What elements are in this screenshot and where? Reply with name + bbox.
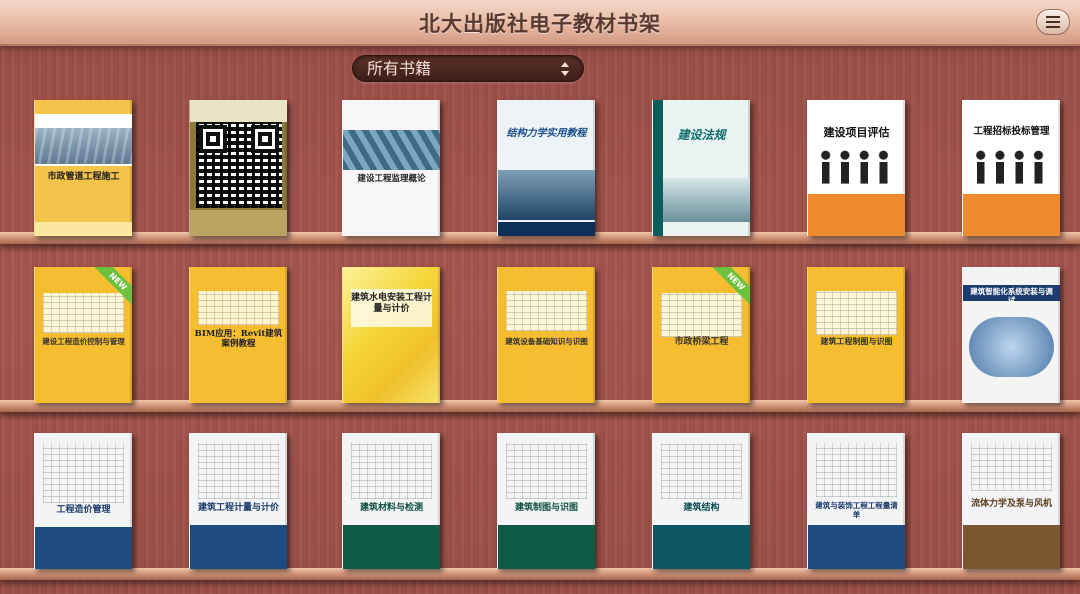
- book-title: 工程造价管理: [56, 505, 111, 515]
- book-title: 建设工程监理概论: [357, 174, 426, 184]
- book-title: 建筑水电安装工程计量与计价: [350, 293, 432, 314]
- menu-button[interactable]: [1036, 9, 1070, 35]
- book-cover[interactable]: 建筑工程制图与识图: [807, 267, 905, 403]
- book-cover[interactable]: 建筑与装饰工程工程量清单: [807, 433, 905, 569]
- book-cover[interactable]: 工程造价管理: [34, 433, 132, 569]
- select-arrows-icon: [561, 62, 569, 76]
- book-title: 建筑设备基础知识与识图: [505, 337, 588, 346]
- people-illustration: [973, 148, 1050, 184]
- book-title: 工程招标投标管理: [973, 126, 1050, 137]
- app-title: 北大出版社电子教材书架: [419, 12, 661, 36]
- book-title: 建筑智能化系统安装与调试: [970, 287, 1053, 305]
- book-cover[interactable]: NEW 市政桥梁工程: [652, 267, 750, 403]
- book-cover[interactable]: 建筑工程计量与计价: [189, 433, 287, 569]
- book-title: 流体力学及泵与风机: [970, 499, 1052, 509]
- book-title: 建筑制图与识图: [514, 503, 578, 513]
- category-select[interactable]: 所有书籍: [352, 55, 584, 82]
- book-cover[interactable]: 建筑结构: [652, 433, 750, 569]
- top-bar: 北大出版社电子教材书架: [0, 0, 1080, 46]
- book-title: 建设工程造价控制与管理: [42, 337, 125, 346]
- book-title: 建筑工程制图与识图: [820, 336, 893, 346]
- book-title: BIM应用：Revit建筑案例教程: [194, 329, 283, 350]
- menu-icon: [1046, 16, 1060, 18]
- book-cover[interactable]: 建筑智能化系统安装与调试: [962, 267, 1060, 403]
- book-cover[interactable]: 流体力学及泵与风机: [962, 433, 1060, 569]
- book-cover[interactable]: [189, 100, 287, 236]
- shelf-3: [0, 568, 1080, 580]
- book-cover[interactable]: 建设工程监理概论: [342, 100, 440, 236]
- book-cover[interactable]: 建筑设备基础知识与识图: [497, 267, 595, 403]
- people-illustration: [818, 148, 895, 184]
- book-cover[interactable]: 建设项目评估: [807, 100, 905, 236]
- book-title: 建筑工程计量与计价: [197, 503, 279, 513]
- book-title: 建筑材料与检测: [359, 503, 423, 513]
- book-title: 建筑与装饰工程工程量清单: [815, 501, 898, 519]
- book-cover[interactable]: 建筑水电安装工程计量与计价: [342, 267, 440, 403]
- book-title: 建筑结构: [683, 503, 720, 513]
- book-title: 市政管道工程施工: [47, 172, 120, 182]
- book-title: 市政桥梁工程: [674, 337, 729, 347]
- book-cover[interactable]: NEW 建设工程造价控制与管理: [34, 267, 132, 403]
- book-cover[interactable]: 市政管道工程施工: [34, 100, 132, 236]
- category-select-value: 所有书籍: [367, 59, 432, 78]
- book-cover[interactable]: 建筑制图与识图: [497, 433, 595, 569]
- qr-code: [196, 122, 282, 208]
- book-title: 建设法规: [677, 128, 726, 142]
- book-cover[interactable]: 建设法规: [652, 100, 750, 236]
- book-cover[interactable]: 工程招标投标管理: [962, 100, 1060, 236]
- book-cover[interactable]: 建筑材料与检测: [342, 433, 440, 569]
- book-title: 建设项目评估: [823, 126, 890, 139]
- book-cover[interactable]: 结构力学实用教程: [497, 100, 595, 236]
- book-cover[interactable]: BIM应用：Revit建筑案例教程: [189, 267, 287, 403]
- book-title: 结构力学实用教程: [506, 128, 587, 139]
